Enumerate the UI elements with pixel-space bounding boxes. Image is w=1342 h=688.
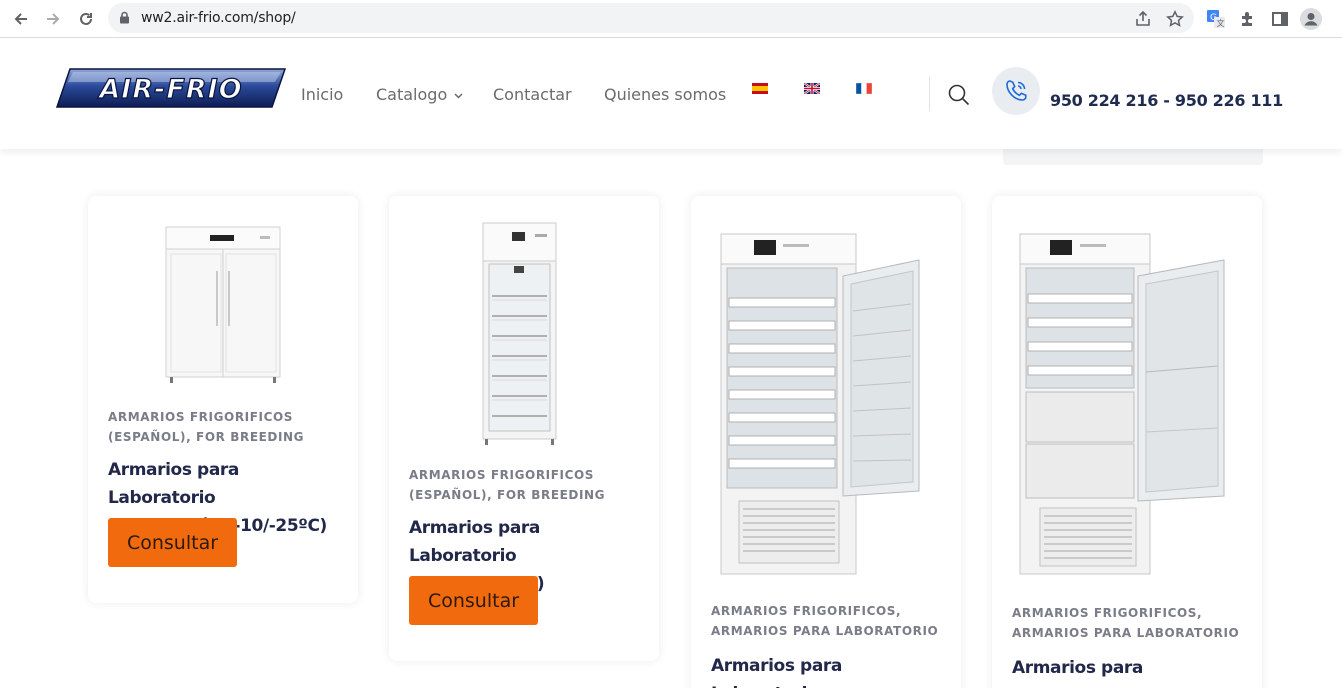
bookmark-star-icon[interactable] — [1166, 10, 1184, 28]
flag-france-icon[interactable] — [855, 81, 873, 95]
product-category[interactable]: ARMARIOS FRIGORIFICOS, ARMARIOS PARA LAB… — [1012, 603, 1252, 643]
profile-avatar-icon[interactable] — [1300, 8, 1322, 30]
category-line: ARMARIOS FRIGORIFICOS — [108, 410, 294, 424]
address-bar[interactable]: ww2.air-frio.com/shop/ — [108, 3, 1194, 33]
chevron-down-icon — [454, 92, 463, 99]
search-icon[interactable] — [947, 83, 971, 112]
phone-icon — [1006, 80, 1027, 101]
back-icon[interactable] — [9, 7, 33, 31]
title-line: Armarios para Laboratorio — [1012, 658, 1143, 688]
phone-button[interactable] — [992, 67, 1040, 115]
consultar-button[interactable]: Consultar — [409, 576, 538, 625]
menu-catalogo-label: Catalogo — [376, 85, 448, 104]
product-image[interactable] — [992, 196, 1262, 591]
translate-icon[interactable]: G文 — [1206, 9, 1226, 29]
lock-icon — [119, 11, 130, 29]
product-image[interactable] — [389, 196, 659, 456]
product-title[interactable]: Armarios para Laboratorio — [1012, 654, 1247, 688]
title-line: Armarios para Laboratorio — [108, 460, 239, 508]
phone-numbers[interactable]: 950 224 216 - 950 226 111 — [1050, 91, 1283, 110]
category-line: ARMARIOS FRIGORIFICOS — [409, 468, 595, 482]
shop-content: ARMARIOS FRIGORIFICOS (ESPAÑOL), FOR BRE… — [0, 149, 1342, 688]
menu-inicio[interactable]: Inicio — [301, 85, 343, 104]
extensions-icon[interactable] — [1238, 9, 1258, 29]
category-line: (ESPAÑOL), FOR BREEDING — [108, 430, 305, 444]
svg-text:AIR-FRIO: AIR-FRIO — [97, 74, 242, 105]
product-image[interactable] — [88, 196, 358, 396]
side-panel-icon[interactable] — [1270, 9, 1290, 29]
product-card[interactable]: ARMARIOS FRIGORIFICOS (ESPAÑOL), FOR BRE… — [88, 196, 358, 603]
product-category[interactable]: ARMARIOS FRIGORIFICOS, ARMARIOS PARA LAB… — [711, 601, 951, 641]
sort-dropdown[interactable] — [1003, 149, 1263, 165]
category-line: ARMARIOS FRIGORIFICOS, — [1012, 606, 1203, 620]
url-text: ww2.air-frio.com/shop/ — [141, 10, 296, 26]
category-line: (ESPAÑOL), FOR BREEDING — [409, 488, 606, 502]
air-frio-logo[interactable]: AIR-FRIO — [55, 68, 287, 108]
menu-catalogo[interactable]: Catalogo — [376, 85, 463, 104]
site-header: AIR-FRIO Inicio Catalogo Contactar Quien… — [0, 39, 1342, 149]
product-card[interactable]: ARMARIOS FRIGORIFICOS, ARMARIOS PARA LAB… — [691, 196, 961, 688]
menu-quienes-somos[interactable]: Quienes somos — [604, 85, 726, 104]
forward-icon[interactable] — [41, 7, 65, 31]
consultar-button[interactable]: Consultar — [108, 518, 237, 567]
flag-uk-icon[interactable] — [803, 81, 821, 95]
product-card[interactable]: ARMARIOS FRIGORIFICOS, ARMARIOS PARA LAB… — [992, 196, 1262, 688]
svg-text:文: 文 — [1217, 18, 1225, 28]
category-line: ARMARIOS PARA LABORATORIO — [1012, 626, 1240, 640]
product-card[interactable]: ARMARIOS FRIGORIFICOS (ESPAÑOL), FOR BRE… — [389, 196, 659, 661]
menu-contactar[interactable]: Contactar — [493, 85, 572, 104]
product-title[interactable]: Armarios para Laboratorio — [711, 652, 946, 688]
product-image[interactable] — [691, 196, 961, 591]
share-icon[interactable] — [1134, 10, 1152, 28]
category-line: ARMARIOS PARA LABORATORIO — [711, 624, 939, 638]
product-category[interactable]: ARMARIOS FRIGORIFICOS (ESPAÑOL), FOR BRE… — [409, 465, 649, 505]
category-line: ARMARIOS FRIGORIFICOS, — [711, 604, 902, 618]
flag-spain-icon[interactable] — [752, 81, 768, 94]
title-line: Armarios para Laboratorio — [711, 656, 842, 688]
title-line: Armarios para Laboratorio — [409, 518, 540, 566]
reload-icon[interactable] — [74, 7, 98, 31]
product-category[interactable]: ARMARIOS FRIGORIFICOS (ESPAÑOL), FOR BRE… — [108, 407, 348, 447]
browser-toolbar: ww2.air-frio.com/shop/ G文 — [0, 0, 1342, 38]
header-divider — [929, 77, 930, 111]
